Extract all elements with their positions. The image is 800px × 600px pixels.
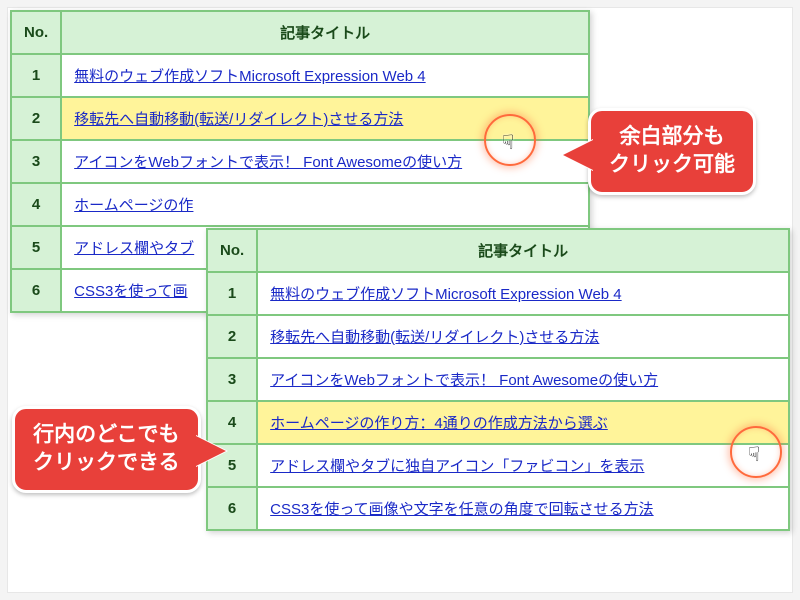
col-no: No.	[207, 229, 257, 272]
table-row[interactable]: 6 CSS3を使って画像や文字を任意の角度で回転させる方法	[207, 487, 789, 530]
row-no: 5	[11, 226, 61, 269]
row-link[interactable]: アドレス欄やタブ	[74, 240, 194, 257]
row-link[interactable]: ホームページの作	[74, 197, 193, 214]
table-row[interactable]: 4 ホームページの作	[11, 183, 589, 226]
row-title-cell[interactable]: アドレス欄やタブに独自アイコン「ファビコン」を表示	[257, 444, 789, 487]
row-link[interactable]: アイコンをWebフォントで表示！ Font Awesomeの使い方	[74, 154, 462, 171]
row-title-cell[interactable]: 移転先へ自動移動(転送/リダイレクト)させる方法	[61, 97, 589, 140]
header-row: No. 記事タイトル	[11, 11, 589, 54]
col-no: No.	[11, 11, 61, 54]
row-title-cell[interactable]: ホームページの作	[61, 183, 589, 226]
row-no: 6	[207, 487, 257, 530]
col-title: 記事タイトル	[61, 11, 589, 54]
callout-tail-icon	[563, 139, 595, 171]
callout-top: 余白部分も クリック可能	[588, 108, 756, 195]
callout-tail-icon	[194, 435, 226, 467]
row-no: 3	[11, 140, 61, 183]
row-no: 4	[11, 183, 61, 226]
row-title-cell[interactable]: 無料のウェブ作成ソフトMicrosoft Expression Web 4	[257, 272, 789, 315]
canvas: No. 記事タイトル 1 無料のウェブ作成ソフトMicrosoft Expres…	[8, 8, 792, 592]
col-title: 記事タイトル	[257, 229, 789, 272]
table-row[interactable]: 3 アイコンをWebフォントで表示！ Font Awesomeの使い方	[11, 140, 589, 183]
row-no: 2	[207, 315, 257, 358]
row-title-cell[interactable]: アイコンをWebフォントで表示！ Font Awesomeの使い方	[61, 140, 589, 183]
row-link[interactable]: 移転先へ自動移動(転送/リダイレクト)させる方法	[74, 111, 403, 128]
row-link[interactable]: ホームページの作り方：4通りの作成方法から選ぶ	[270, 415, 608, 432]
row-no: 3	[207, 358, 257, 401]
row-title-cell[interactable]: CSS3を使って画像や文字を任意の角度で回転させる方法	[257, 487, 789, 530]
row-link[interactable]: 移転先へ自動移動(転送/リダイレクト)させる方法	[270, 329, 599, 346]
callout-text: 行内のどこでも クリックできる	[33, 423, 180, 474]
table-row[interactable]: 1 無料のウェブ作成ソフトMicrosoft Expression Web 4	[11, 54, 589, 97]
table-row[interactable]: 3 アイコンをWebフォントで表示！ Font Awesomeの使い方	[207, 358, 789, 401]
row-title-cell[interactable]: アイコンをWebフォントで表示！ Font Awesomeの使い方	[257, 358, 789, 401]
table-row[interactable]: 2 移転先へ自動移動(転送/リダイレクト)させる方法	[207, 315, 789, 358]
row-title-cell[interactable]: ホームページの作り方：4通りの作成方法から選ぶ	[257, 401, 789, 444]
row-link[interactable]: CSS3を使って画像や文字を任意の角度で回転させる方法	[270, 501, 653, 518]
row-link[interactable]: 無料のウェブ作成ソフトMicrosoft Expression Web 4	[74, 68, 425, 85]
row-link[interactable]: アイコンをWebフォントで表示！ Font Awesomeの使い方	[270, 372, 658, 389]
row-link[interactable]: CSS3を使って画	[74, 283, 187, 300]
row-no: 1	[207, 272, 257, 315]
row-no: 1	[11, 54, 61, 97]
table-row[interactable]: 5 アドレス欄やタブに独自アイコン「ファビコン」を表示	[207, 444, 789, 487]
row-link[interactable]: アドレス欄やタブに独自アイコン「ファビコン」を表示	[270, 458, 644, 475]
row-link[interactable]: 無料のウェブ作成ソフトMicrosoft Expression Web 4	[270, 286, 621, 303]
article-table-front: No. 記事タイトル 1 無料のウェブ作成ソフトMicrosoft Expres…	[206, 228, 790, 531]
callout-bottom: 行内のどこでも クリックできる	[12, 406, 201, 493]
row-title-cell[interactable]: 移転先へ自動移動(転送/リダイレクト)させる方法	[257, 315, 789, 358]
table-row[interactable]: 2 移転先へ自動移動(転送/リダイレクト)させる方法	[11, 97, 589, 140]
row-title-cell[interactable]: 無料のウェブ作成ソフトMicrosoft Expression Web 4	[61, 54, 589, 97]
row-no: 2	[11, 97, 61, 140]
table-row[interactable]: 4 ホームページの作り方：4通りの作成方法から選ぶ	[207, 401, 789, 444]
callout-text: 余白部分も クリック可能	[609, 125, 735, 176]
table-row[interactable]: 1 無料のウェブ作成ソフトMicrosoft Expression Web 4	[207, 272, 789, 315]
header-row: No. 記事タイトル	[207, 229, 789, 272]
row-no: 6	[11, 269, 61, 312]
